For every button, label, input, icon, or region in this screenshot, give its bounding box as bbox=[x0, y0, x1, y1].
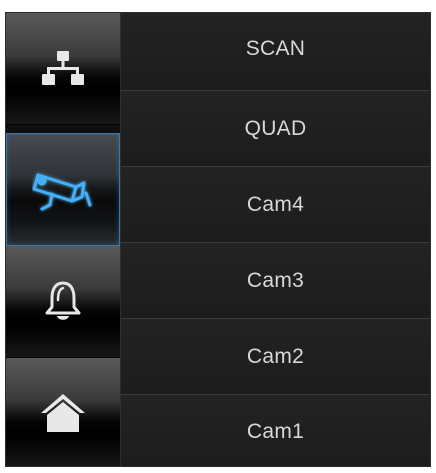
sidebar-alarm-button[interactable] bbox=[6, 246, 120, 358]
sidebar bbox=[6, 13, 121, 466]
menu-item-label: Cam2 bbox=[246, 344, 305, 368]
menu-item-cam1[interactable]: Cam1 bbox=[121, 395, 430, 466]
menu-item-cam3[interactable]: Cam3 bbox=[121, 243, 430, 319]
menu-item-label: QUAD bbox=[244, 116, 307, 140]
sidebar-camera-button[interactable] bbox=[6, 133, 120, 246]
camera-menu: SCAN QUAD Cam4 Cam3 Cam2 Cam1 bbox=[121, 13, 430, 466]
home-icon bbox=[38, 391, 88, 435]
sidebar-network-button[interactable] bbox=[6, 13, 120, 125]
bell-icon bbox=[43, 280, 83, 324]
camera-control-panel: SCAN QUAD Cam4 Cam3 Cam2 Cam1 bbox=[5, 12, 431, 467]
menu-item-label: SCAN bbox=[245, 36, 306, 60]
menu-item-quad[interactable]: QUAD bbox=[121, 91, 430, 167]
menu-item-scan[interactable]: SCAN bbox=[121, 13, 430, 91]
menu-item-cam2[interactable]: Cam2 bbox=[121, 319, 430, 395]
menu-item-label: Cam4 bbox=[246, 192, 305, 216]
menu-item-cam4[interactable]: Cam4 bbox=[121, 167, 430, 243]
menu-item-label: Cam1 bbox=[246, 419, 305, 443]
sidebar-home-button[interactable] bbox=[6, 358, 120, 466]
menu-item-label: Cam3 bbox=[246, 268, 305, 292]
network-icon bbox=[41, 49, 85, 89]
camera-icon bbox=[32, 165, 94, 215]
